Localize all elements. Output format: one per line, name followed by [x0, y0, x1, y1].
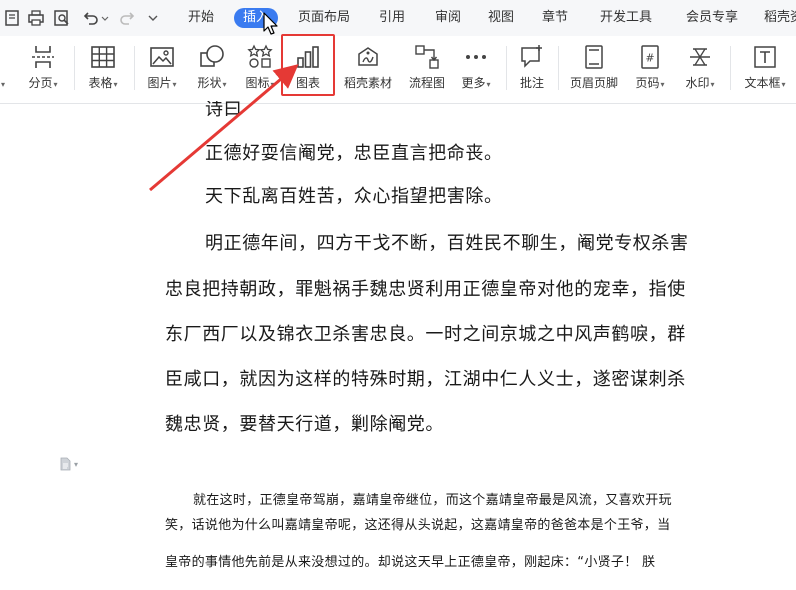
poem-line: 天下乱离百姓苦，众心指望把害除。 [205, 186, 503, 207]
flowchart-button[interactable]: 流程图 [404, 42, 450, 98]
flowchart-label: 流程图 [408, 76, 445, 90]
mouse-cursor-icon [263, 12, 278, 35]
paragraph-line: 笑，话说他为什么叫嘉靖皇帝呢，这还得从头说起，这嘉靖皇帝的爸爸本是个王爷，当 [165, 518, 671, 533]
icon-library-label: 图标 [245, 76, 270, 90]
tab-page-layout[interactable]: 页面布局 [298, 8, 350, 28]
paragraph-line: 魏忠贤，要替天行道，剿除阉党。 [165, 414, 444, 435]
comment-button[interactable]: 批注 [512, 42, 552, 98]
textbox-label: 文本框 [744, 76, 781, 90]
undo-icon[interactable] [80, 8, 100, 28]
undo-dropdown-icon[interactable] [100, 8, 110, 28]
tab-developer-tools[interactable]: 开发工具 [600, 8, 652, 28]
partial-ribbon-item[interactable]: ▾ [0, 42, 8, 98]
comment-label: 批注 [519, 76, 544, 90]
tab-view[interactable]: 视图 [488, 8, 514, 28]
textbox-icon [750, 42, 780, 72]
svg-text:#: # [645, 52, 654, 65]
more-button[interactable]: 更多▾ [454, 42, 498, 98]
page-break-label: 分页 [28, 76, 53, 90]
header-footer-button[interactable]: 页眉页脚 [564, 42, 624, 98]
page-break-button[interactable]: 分页▾ [20, 42, 66, 98]
icon-library-icon [245, 42, 275, 72]
picture-label: 图片 [147, 76, 172, 90]
paragraph-line: 东厂西厂以及锦衣卫杀害忠良。一时之间京城之中风声鹤唳，群 [165, 324, 686, 345]
paragraph-line: 皇帝的事情他先前是从来没想过的。却说这天早上正德皇帝，刚起床：“小贤子！ 朕 [165, 555, 656, 570]
print-icon[interactable] [26, 8, 46, 28]
save-icon[interactable] [2, 8, 22, 28]
table-button[interactable]: 表格▾ [80, 42, 126, 98]
docer-material-button[interactable]: 稻壳素材 [338, 42, 398, 98]
insert-ribbon: ▾ 分页▾ 表格▾ 图片▾ 形状▾ 图标▾ 图表 稻壳素材 流程图 更多▾ 批注… [0, 36, 796, 104]
paragraph-line: 臣咸口，就因为这样的特殊时期，江湖中仁人义士，遂密谋刺杀 [165, 369, 686, 390]
poem-line: 正德好耍信阉党，忠臣直言把命丧。 [205, 143, 503, 164]
watermark-icon [685, 42, 715, 72]
picture-icon [147, 42, 177, 72]
tab-review[interactable]: 审阅 [435, 8, 461, 28]
comment-icon [517, 42, 547, 72]
document-page: 诗曰 正德好耍信阉党，忠臣直言把命丧。 天下乱离百姓苦，众心指望把害除。 明正德… [0, 101, 796, 590]
customize-toolbar-icon[interactable] [146, 8, 160, 28]
tab-start[interactable]: 开始 [188, 8, 214, 28]
header-footer-label: 页眉页脚 [569, 76, 618, 90]
redo-icon[interactable] [118, 8, 138, 28]
watermark-button[interactable]: 水印▾ [678, 42, 722, 98]
page-number-button[interactable]: # 页码▾ [628, 42, 672, 98]
print-preview-icon[interactable] [52, 8, 72, 28]
icon-library-button[interactable]: 图标▾ [240, 42, 280, 98]
more-label: 更多 [461, 76, 486, 90]
paragraph-layout-icon[interactable]: ▾ [58, 457, 78, 471]
tab-chapter[interactable]: 章节 [542, 8, 568, 28]
paragraph-line: 就在这时，正德皇帝驾崩，嘉靖皇帝继位，而这个嘉靖皇帝最是风流，又喜欢开玩 [193, 493, 672, 508]
table-icon [88, 42, 118, 72]
shape-icon [197, 42, 227, 72]
picture-button[interactable]: 图片▾ [140, 42, 184, 98]
header-footer-icon [579, 42, 609, 72]
tab-docer-resources[interactable]: 稻壳资 [764, 8, 796, 28]
flowchart-icon [412, 42, 442, 72]
watermark-label: 水印 [685, 76, 710, 90]
tab-member-exclusive[interactable]: 会员专享 [686, 8, 738, 28]
chart-highlight-box [281, 34, 335, 96]
menu-bar: 开始 插入 页面布局 引用 审阅 视图 章节 开发工具 会员专享 稻壳资 [0, 0, 796, 36]
textbox-button[interactable]: 文本框▾ [738, 42, 792, 98]
paragraph-line: 忠良把持朝政，罪魁祸手魏忠贤利用正德皇帝对他的宠幸，指使 [165, 279, 686, 300]
shape-button[interactable]: 形状▾ [190, 42, 234, 98]
page-break-icon [28, 42, 58, 72]
page-number-label: 页码 [635, 76, 660, 90]
docer-material-label: 稻壳素材 [343, 76, 392, 90]
page-number-icon: # [635, 42, 665, 72]
paragraph-line: 明正德年间，四方干戈不断，百姓民不聊生，阉党专权杀害 [205, 233, 689, 254]
table-label: 表格 [88, 76, 113, 90]
shape-label: 形状 [197, 76, 222, 90]
material-icon [353, 42, 383, 72]
tab-references[interactable]: 引用 [379, 8, 405, 28]
more-icon [461, 42, 491, 72]
